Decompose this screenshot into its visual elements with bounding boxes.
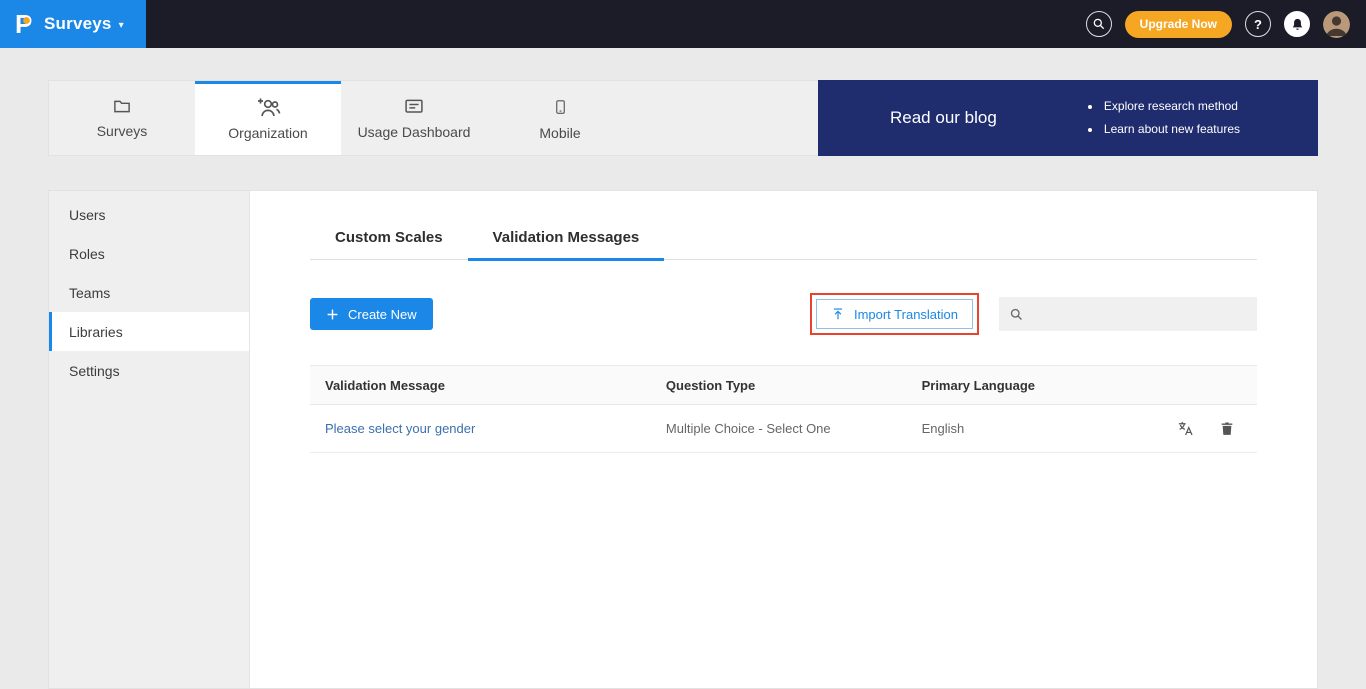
- tab-custom-scales[interactable]: Custom Scales: [310, 229, 468, 259]
- mobile-phone-icon: [553, 96, 568, 118]
- blog-bullet: Explore research method: [1102, 95, 1240, 118]
- blog-banner[interactable]: Read our blog Explore research method Le…: [818, 80, 1318, 156]
- import-translation-label: Import Translation: [854, 307, 958, 322]
- create-new-button[interactable]: Create New: [310, 298, 433, 330]
- upload-icon: [831, 307, 845, 321]
- topbar-actions: Upgrade Now ?: [1086, 11, 1366, 38]
- upgrade-now-button[interactable]: Upgrade Now: [1125, 11, 1232, 38]
- search-icon: [1009, 307, 1024, 322]
- blog-banner-bullets: Explore research method Learn about new …: [1086, 95, 1240, 141]
- import-translation-button[interactable]: Import Translation: [816, 299, 973, 329]
- nav-item-organization[interactable]: Organization: [195, 81, 341, 155]
- sidebar-item-libraries[interactable]: Libraries: [49, 312, 249, 351]
- nav-item-surveys[interactable]: Surveys: [49, 81, 195, 155]
- translate-icon[interactable]: [1177, 420, 1195, 438]
- nav-item-usage-dashboard[interactable]: Usage Dashboard: [341, 81, 487, 155]
- app-name: Surveys: [44, 14, 112, 34]
- brand-logo-icon: P: [11, 11, 37, 37]
- column-header-question-type: Question Type: [651, 378, 907, 393]
- tab-validation-messages[interactable]: Validation Messages: [468, 229, 665, 259]
- blog-banner-title: Read our blog: [890, 108, 997, 128]
- settings-sidebar: Users Roles Teams Libraries Settings: [49, 191, 250, 688]
- chevron-down-icon: ▾: [119, 20, 124, 31]
- create-new-label: Create New: [348, 307, 417, 322]
- column-header-validation-message: Validation Message: [310, 378, 651, 393]
- search-input[interactable]: [1032, 306, 1247, 323]
- notifications-bell-icon[interactable]: [1284, 11, 1310, 37]
- add-users-icon: [255, 96, 281, 118]
- search-icon[interactable]: [1086, 11, 1112, 37]
- nav-item-label: Mobile: [539, 125, 580, 141]
- validation-messages-table: Validation Message Question Type Primary…: [310, 365, 1257, 453]
- column-header-primary-language: Primary Language: [907, 378, 1153, 393]
- primary-nav-tabs: Surveys Organization Usag: [48, 80, 818, 156]
- nav-item-label: Usage Dashboard: [358, 124, 471, 140]
- sidebar-item-settings[interactable]: Settings: [49, 351, 249, 390]
- sidebar-item-users[interactable]: Users: [49, 195, 249, 234]
- table-search: [999, 297, 1257, 331]
- table-header-row: Validation Message Question Type Primary…: [310, 365, 1257, 405]
- right-actions: Import Translation: [810, 293, 1257, 335]
- libraries-content: Custom Scales Validation Messages Create…: [250, 191, 1317, 688]
- nav-item-label: Surveys: [97, 123, 148, 139]
- svg-text:P: P: [15, 11, 32, 37]
- table-row: Please select your gender Multiple Choic…: [310, 405, 1257, 453]
- dashboard-icon: [402, 97, 426, 117]
- plus-icon: [326, 308, 339, 321]
- user-avatar[interactable]: [1323, 11, 1350, 38]
- libraries-tabs: Custom Scales Validation Messages: [310, 229, 1257, 260]
- blog-bullet: Learn about new features: [1102, 118, 1240, 141]
- question-type-cell: Multiple Choice - Select One: [651, 421, 907, 436]
- sidebar-item-teams[interactable]: Teams: [49, 273, 249, 312]
- folder-icon: [111, 97, 133, 116]
- topbar: P Surveys ▾ Upgrade Now ?: [0, 0, 1366, 48]
- nav-item-mobile[interactable]: Mobile: [487, 81, 633, 155]
- main-panel: Users Roles Teams Libraries Settings Cus…: [48, 190, 1318, 689]
- trash-icon[interactable]: [1219, 420, 1235, 438]
- help-icon[interactable]: ?: [1245, 11, 1271, 37]
- nav-item-label: Organization: [228, 125, 307, 141]
- app-switcher[interactable]: P Surveys ▾: [0, 0, 146, 48]
- validation-message-link[interactable]: Please select your gender: [310, 421, 651, 436]
- primary-language-cell: English: [907, 421, 1153, 436]
- sidebar-item-roles[interactable]: Roles: [49, 234, 249, 273]
- row-actions: [1153, 420, 1257, 438]
- actions-row: Create New Import Translation: [310, 293, 1257, 335]
- annotation-highlight-box: Import Translation: [810, 293, 979, 335]
- primary-nav: Surveys Organization Usag: [48, 80, 1318, 156]
